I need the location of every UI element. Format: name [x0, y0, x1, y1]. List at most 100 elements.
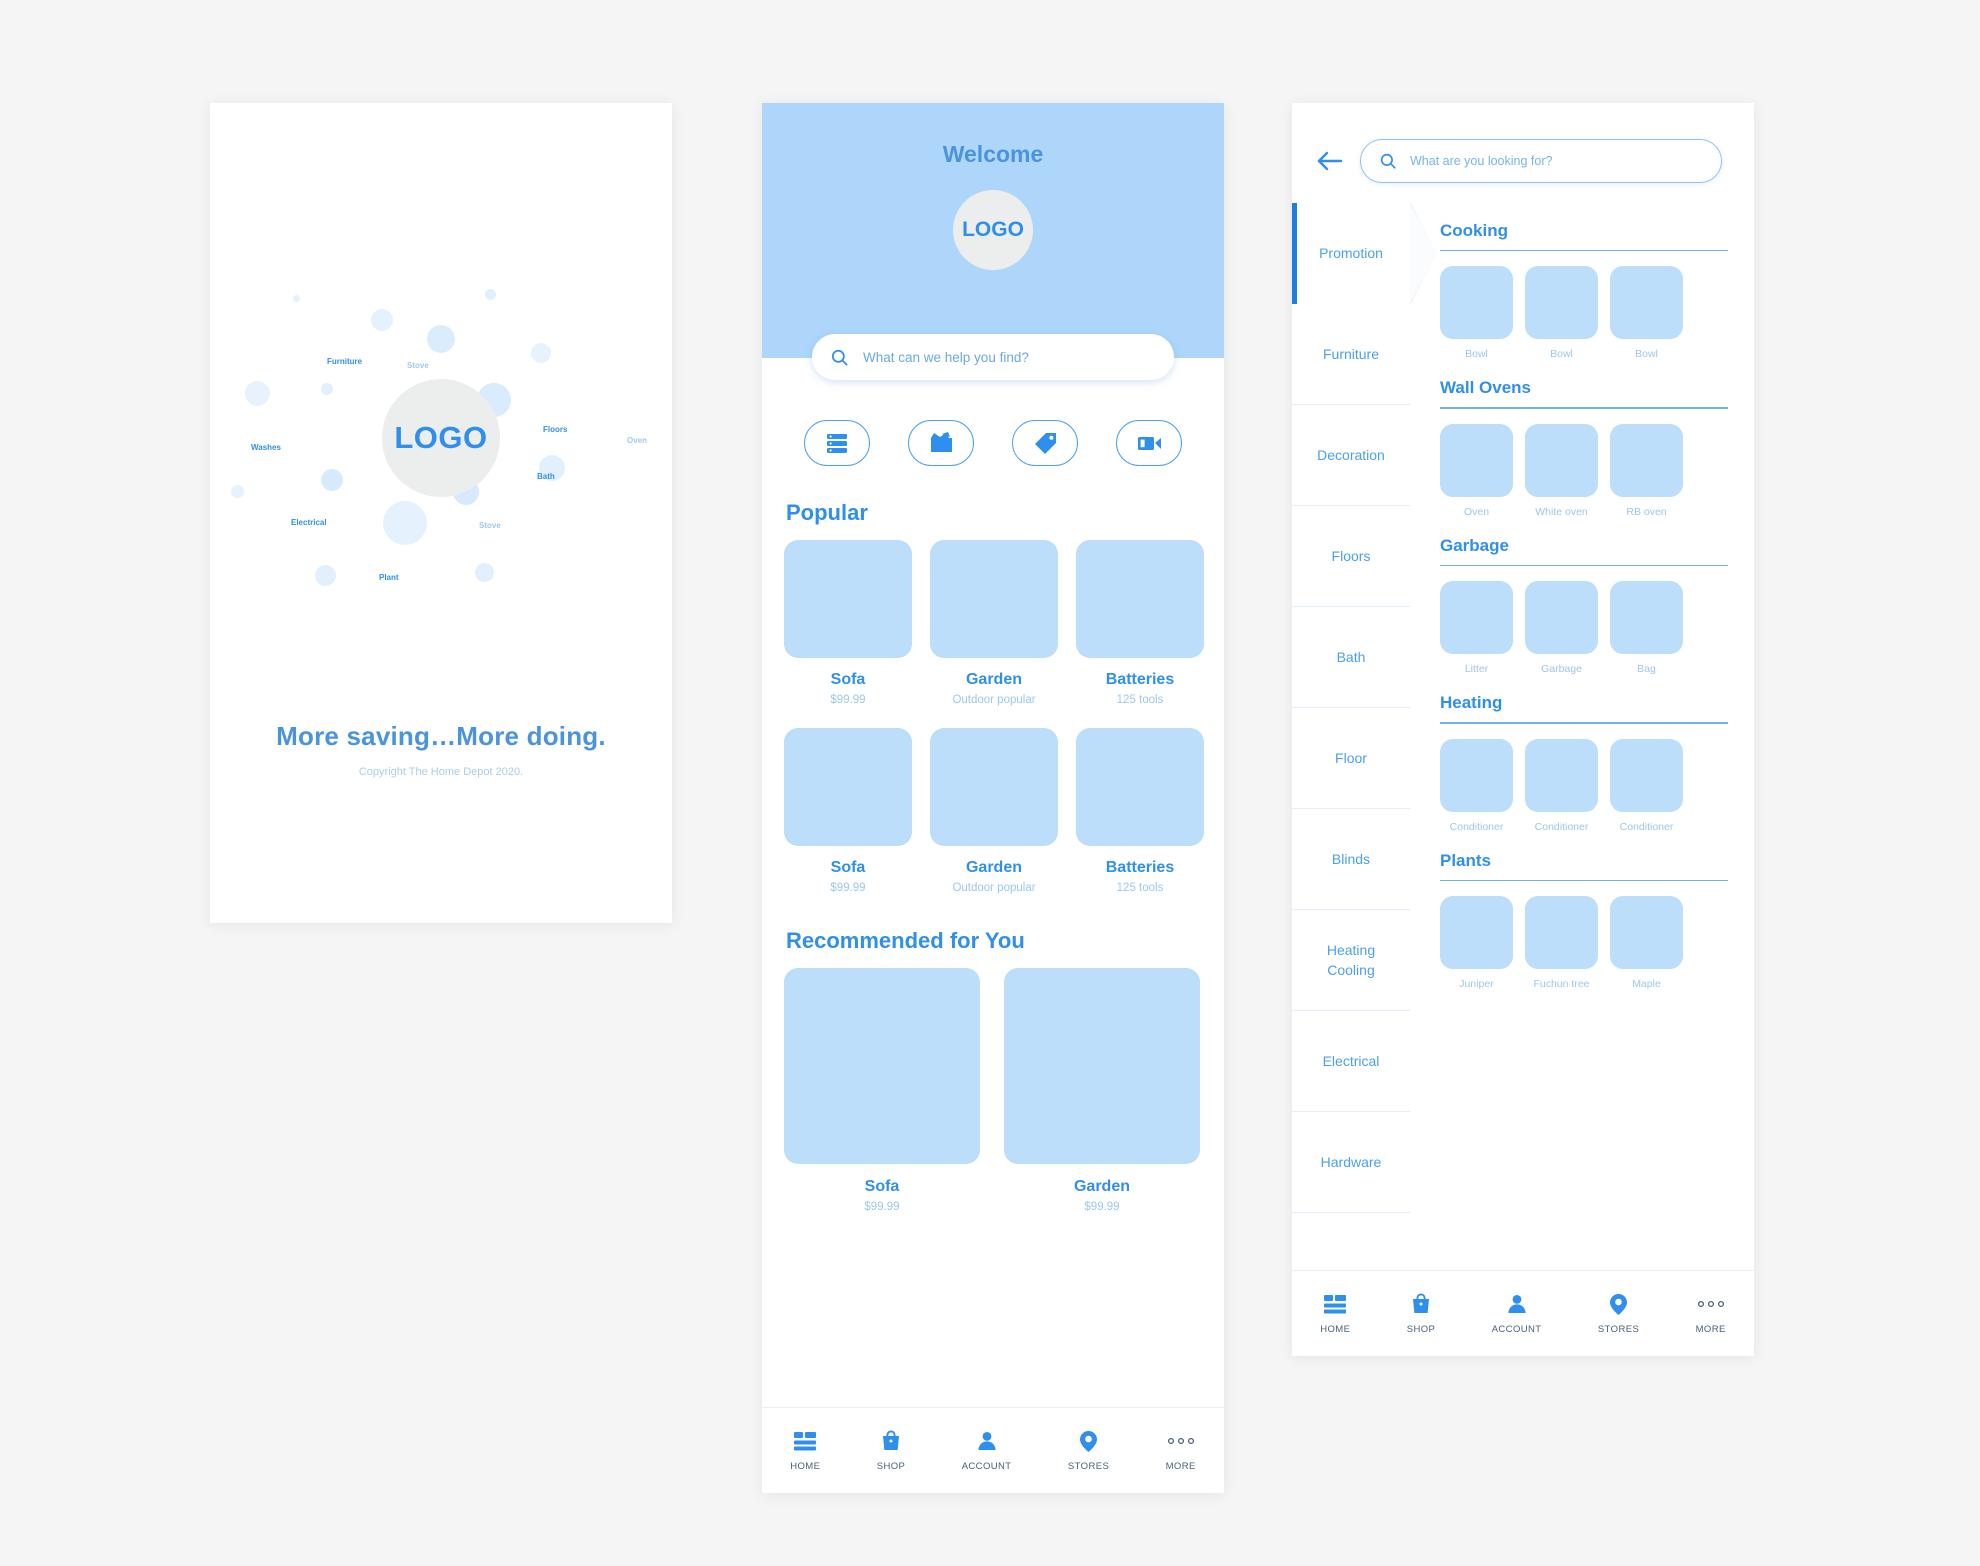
product-name: Garden	[965, 859, 1022, 876]
cloud-bubble	[245, 381, 270, 406]
product-subtitle: $99.99	[1084, 1201, 1120, 1213]
tab-more[interactable]: MORE	[1166, 1430, 1196, 1472]
bottom-tabbar: HOME SHOP ACCOUNT STORES MORE	[762, 1407, 1224, 1493]
list-icon	[827, 434, 847, 453]
catalog-item[interactable]: Garbage	[1525, 581, 1598, 675]
catalog-item[interactable]: Bowl	[1610, 266, 1683, 360]
arrow-left-icon[interactable]	[1316, 150, 1344, 172]
home-dashboard-icon	[794, 1432, 817, 1451]
location-pin-icon	[1610, 1293, 1628, 1315]
catalog-header: What are you looking for?	[1292, 103, 1754, 203]
catalog-item-thumbnail	[1525, 266, 1598, 340]
store-icon	[930, 432, 952, 452]
sidebar-item-bath[interactable]: Bath	[1292, 607, 1410, 708]
catalog-item-label: Fuchun tree	[1533, 977, 1590, 990]
product-subtitle: Outdoor popular	[952, 694, 1036, 706]
tab-stores[interactable]: STORES	[1598, 1293, 1639, 1335]
tab-home[interactable]: HOME	[790, 1430, 820, 1472]
catalog-item[interactable]: Fuchun tree	[1525, 895, 1598, 990]
catalog-item[interactable]: RB oven	[1610, 423, 1683, 518]
product-card[interactable]: Batteries 125 tools	[1076, 728, 1204, 894]
sidebar-item-floors[interactable]: Floors	[1292, 506, 1410, 607]
sidebar-item-hardware[interactable]: Hardware	[1292, 1112, 1410, 1213]
bottom-tabbar: HOME SHOP ACCOUNT STORES MORE	[1292, 1270, 1754, 1356]
tab-more[interactable]: MORE	[1696, 1293, 1726, 1335]
product-card[interactable]: Garden Outdoor popular	[930, 728, 1058, 894]
tab-shop[interactable]: SHOP	[877, 1430, 906, 1472]
quick-action-list[interactable]	[804, 420, 870, 466]
catalog-search-bar[interactable]: What are you looking for?	[1360, 139, 1722, 183]
sidebar-item-decoration[interactable]: Decoration	[1292, 405, 1410, 506]
product-card[interactable]: Batteries 125 tools	[1076, 540, 1204, 706]
home-search-bar[interactable]: What can we help you find?	[812, 334, 1174, 380]
quick-action-video[interactable]	[1116, 420, 1182, 466]
catalog-item-thumbnail	[1610, 581, 1683, 655]
group-divider	[1440, 564, 1728, 567]
tab-label: SHOP	[1406, 1323, 1436, 1335]
sidebar-item-heating-cooling[interactable]: Heating Cooling	[1292, 910, 1410, 1011]
tab-shop[interactable]: SHOP	[1407, 1293, 1436, 1335]
tab-account[interactable]: ACCOUNT	[962, 1430, 1012, 1472]
sidebar-item-promotion[interactable]: Promotion	[1292, 203, 1437, 304]
active-category-pointer	[1410, 203, 1437, 304]
more-dots-icon	[1697, 1293, 1725, 1316]
welcome-title: Welcome	[942, 141, 1044, 167]
sidebar-item-label: Decoration	[1317, 446, 1385, 463]
product-thumbnail	[930, 540, 1058, 658]
quick-action-store[interactable]	[908, 420, 974, 466]
product-name: Batteries	[1105, 859, 1175, 876]
popular-row-1: Sofa $99.99 Garden Outdoor popular Batteries…	[762, 540, 1224, 706]
catalog-item[interactable]: Conditioner	[1440, 738, 1513, 833]
product-card[interactable]: Sofa $99.99	[784, 968, 980, 1213]
tab-account[interactable]: ACCOUNT	[1492, 1293, 1542, 1335]
catalog-item[interactable]: Bag	[1610, 581, 1683, 675]
catalog-item[interactable]: Conditioner	[1525, 738, 1598, 833]
cloud-label: Washes	[251, 443, 281, 452]
product-card[interactable]: Garden $99.99	[1004, 968, 1200, 1213]
catalog-item[interactable]: Juniper	[1440, 895, 1513, 990]
group-title: Heating	[1440, 693, 1503, 713]
product-card[interactable]: Sofa $99.99	[784, 540, 912, 706]
category-sidebar: Promotion Furniture Decoration Floors Bath Fl…	[1292, 203, 1437, 1270]
catalog-item-thumbnail	[1440, 423, 1513, 497]
catalog-item[interactable]: Conditioner	[1610, 738, 1683, 833]
cloud-bubble	[293, 295, 300, 302]
catalog-item-label: Bowl	[1465, 348, 1488, 361]
catalog-item[interactable]: Maple	[1610, 895, 1683, 990]
cloud-label: Bath	[537, 472, 555, 481]
tab-home[interactable]: HOME	[1320, 1293, 1350, 1335]
product-card[interactable]: Garden Outdoor popular	[930, 540, 1058, 706]
product-name: Sofa	[864, 1178, 900, 1195]
catalog-item[interactable]: Bowl	[1525, 266, 1598, 360]
sidebar-item-electrical[interactable]: Electrical	[1292, 1011, 1410, 1112]
tab-label: ACCOUNT	[961, 1460, 1012, 1472]
tagline: More saving…More doing.	[276, 721, 606, 751]
category-word-cloud: Furniture Stove Floors Oven Washes Bath Electr…	[231, 273, 651, 603]
catalog-item-label: Conditioner	[1449, 820, 1504, 833]
quick-action-row	[762, 420, 1224, 466]
tab-label: STORES	[1597, 1323, 1640, 1335]
quick-action-tag[interactable]	[1012, 420, 1078, 466]
group-divider	[1440, 250, 1728, 252]
catalog-item-label: Maple	[1632, 977, 1661, 990]
catalog-item[interactable]: White oven	[1525, 423, 1598, 518]
product-card[interactable]: Sofa $99.99	[784, 728, 912, 894]
sidebar-item-furniture[interactable]: Furniture	[1292, 304, 1410, 405]
group-item-row: Conditioner Conditioner Conditioner	[1440, 738, 1728, 833]
recommended-row: Sofa $99.99 Garden $99.99	[762, 968, 1224, 1213]
app-logo-text: LOGO	[394, 420, 488, 455]
tab-stores[interactable]: STORES	[1068, 1430, 1109, 1472]
popular-row-2: Sofa $99.99 Garden Outdoor popular Batteries…	[762, 728, 1224, 894]
catalog-item[interactable]: Oven	[1440, 423, 1513, 518]
catalog-item[interactable]: Bowl	[1440, 266, 1513, 360]
catalog-search-placeholder: What are you looking for?	[1410, 154, 1553, 168]
sidebar-item-label: Heating Cooling	[1326, 941, 1376, 978]
sidebar-item-blinds[interactable]: Blinds	[1292, 809, 1410, 910]
product-name: Sofa	[830, 671, 866, 688]
catalog-item[interactable]: Litter	[1440, 581, 1513, 675]
product-thumbnail	[1076, 728, 1204, 846]
cloud-bubble	[485, 289, 496, 300]
cloud-bubble	[371, 309, 393, 331]
sidebar-item-floor[interactable]: Floor	[1292, 708, 1410, 809]
mockup-canvas: Furniture Stove Floors Oven Washes Bath Electr…	[0, 0, 1980, 1566]
